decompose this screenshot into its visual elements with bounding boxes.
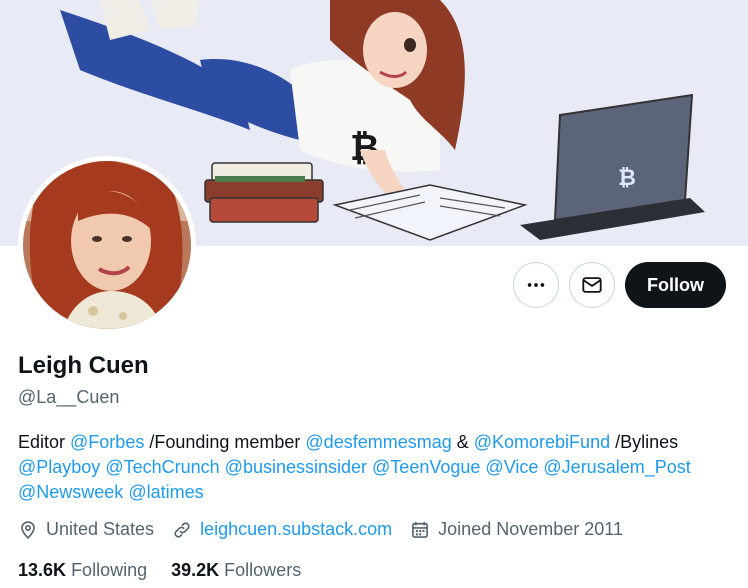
avatar[interactable] xyxy=(18,156,196,334)
calendar-icon xyxy=(412,521,429,538)
followers-link[interactable]: 39.2K Followers xyxy=(171,560,301,581)
message-button[interactable] xyxy=(569,262,615,308)
bio-text: /Bylines xyxy=(610,432,679,452)
follow-button[interactable]: Follow xyxy=(625,262,726,308)
bio-text: Editor xyxy=(18,432,71,452)
bio-text: & xyxy=(451,432,474,452)
followers-label: Followers xyxy=(224,560,302,580)
joined-item: Joined November 2011 xyxy=(410,519,623,540)
location-text: United States xyxy=(46,519,155,539)
envelope-icon xyxy=(582,277,602,293)
following-label: Following xyxy=(71,560,148,580)
mention-link[interactable]: @Jerusalem_Post xyxy=(543,457,690,477)
following-count: 13.6K xyxy=(18,560,67,580)
mention-link[interactable]: @latimes xyxy=(128,482,203,502)
user-handle: @La__Cuen xyxy=(18,387,120,407)
display-name: Leigh Cuen xyxy=(18,352,149,379)
website-link[interactable]: leighcuen.substack.com xyxy=(200,519,392,540)
followers-count: 39.2K xyxy=(171,560,220,580)
avatar-image xyxy=(23,161,191,329)
mention-link[interactable]: @Vice xyxy=(485,457,538,477)
svg-text:₿: ₿ xyxy=(618,166,636,191)
mention-link[interactable]: @desfemmesmag xyxy=(305,432,451,452)
more-button[interactable] xyxy=(513,262,559,308)
profile-stats: 13.6K Following 39.2K Followers xyxy=(18,560,325,581)
profile-actions: Follow xyxy=(513,262,726,308)
profile-bio: Editor @Forbes /Founding member @desfemm… xyxy=(18,430,730,505)
mention-link[interactable]: @Newsweek xyxy=(18,482,123,502)
mention-link[interactable]: @TeenVogue xyxy=(372,457,480,477)
link-icon xyxy=(174,521,190,538)
location-item: United States xyxy=(18,519,154,540)
following-link[interactable]: 13.6K Following xyxy=(18,560,147,581)
mention-link[interactable]: @Forbes xyxy=(70,432,144,452)
mention-link[interactable]: @Playboy xyxy=(18,457,100,477)
mention-link[interactable]: @KomorebiFund xyxy=(474,432,610,452)
mention-link[interactable]: @businessinsider xyxy=(225,457,367,477)
bio-text: /Founding member xyxy=(144,432,306,452)
joined-text: Joined November 2011 xyxy=(438,519,623,539)
mention-link[interactable]: @TechCrunch xyxy=(105,457,219,477)
more-horizontal-icon xyxy=(527,283,545,287)
website-item: leighcuen.substack.com xyxy=(172,519,392,540)
profile-meta: United States leighcuen.substack.com Joi… xyxy=(18,519,641,540)
location-pin-icon xyxy=(21,520,35,539)
